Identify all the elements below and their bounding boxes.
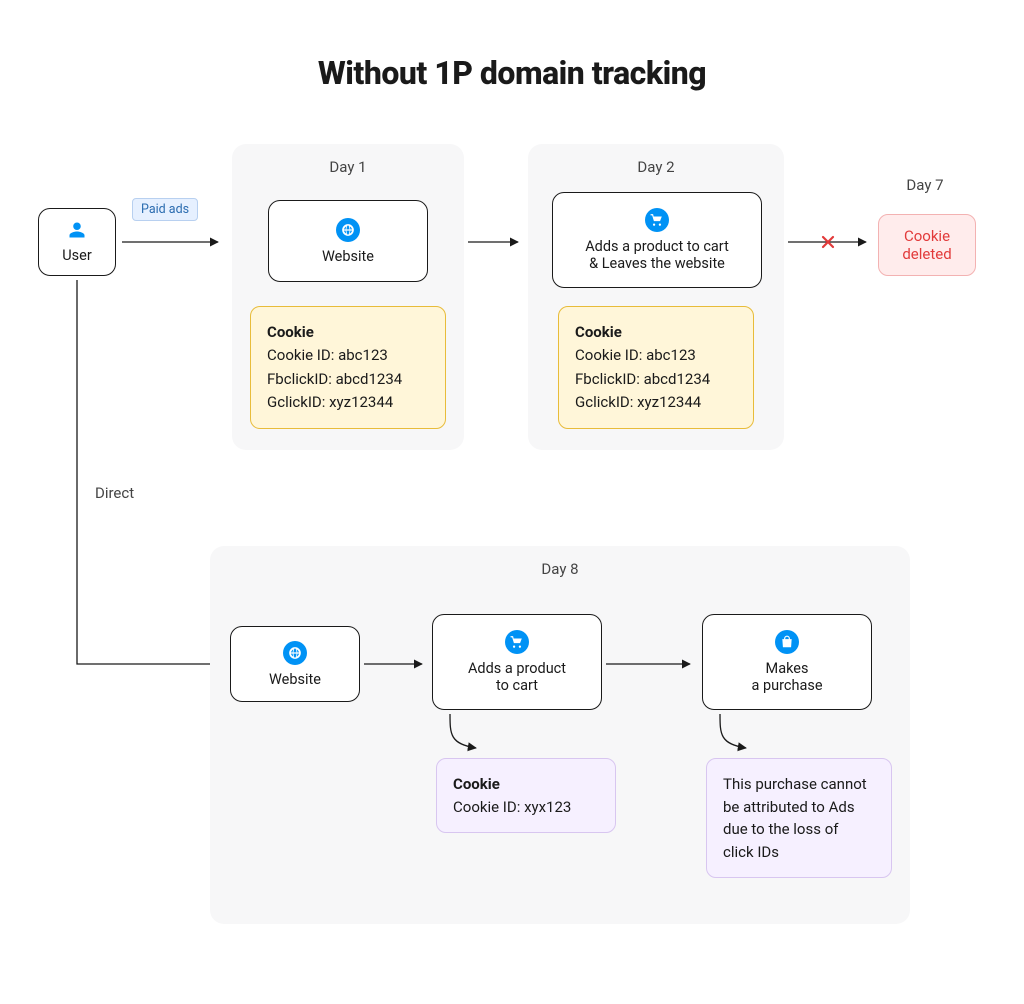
day8-website-card: Website — [230, 626, 360, 702]
x-icon — [823, 237, 833, 247]
day8-heading: Day 8 — [210, 560, 910, 578]
note-line: be attributed to Ads — [723, 796, 875, 819]
user-icon — [68, 221, 86, 243]
day8-purchase-line2: a purchase — [751, 677, 822, 694]
note-line: This purchase cannot — [723, 773, 875, 796]
cookie-line: Cookie ID: abc123 — [575, 344, 737, 367]
day7-heading: Day 7 — [880, 176, 970, 194]
day8-cookie-box: Cookie Cookie ID: xyx123 — [436, 758, 616, 833]
cookie-deleted-line1: Cookie — [893, 227, 961, 245]
direct-label: Direct — [95, 484, 134, 502]
paid-ads-badge: Paid ads — [132, 198, 198, 221]
day1-website-card: Website — [268, 200, 428, 282]
cookie-line: Cookie ID: xyx123 — [453, 796, 599, 819]
globe-icon — [283, 641, 307, 665]
note-line: due to the loss of — [723, 818, 875, 841]
cookie-line: Cookie ID: abc123 — [267, 344, 429, 367]
page-title: Without 1P domain tracking — [0, 54, 1024, 92]
day8-cart-line1: Adds a product — [468, 660, 566, 677]
cookie-header: Cookie — [267, 321, 429, 344]
day2-cart-card: Adds a product to cart & Leaves the webs… — [552, 192, 762, 288]
globe-icon — [336, 218, 360, 242]
day8-cart-line2: to cart — [496, 677, 538, 694]
cookie-deleted-box: Cookie deleted — [878, 214, 976, 276]
day8-website-label: Website — [269, 671, 321, 688]
arrow-day2-to-day7 — [786, 228, 876, 258]
day2-card-line1: Adds a product to cart — [585, 238, 729, 255]
day8-purchase-card: Makes a purchase — [702, 614, 872, 710]
cookie-line: GclickID: xyz12344 — [267, 391, 429, 414]
diagram-canvas: Without 1P domain tracking User Paid ads… — [0, 0, 1024, 1004]
day8-attribution-note: This purchase cannot be attributed to Ad… — [706, 758, 892, 878]
user-node: User — [38, 208, 116, 276]
cookie-header: Cookie — [575, 321, 737, 344]
day2-heading: Day 2 — [528, 158, 784, 176]
day1-cookie-box: Cookie Cookie ID: abc123 FbclickID: abcd… — [250, 306, 446, 429]
bag-icon — [775, 630, 799, 654]
day1-heading: Day 1 — [232, 158, 464, 176]
cart-icon — [505, 630, 529, 654]
note-line: click IDs — [723, 841, 875, 864]
day2-card-line2: & Leaves the website — [589, 255, 725, 272]
cookie-header: Cookie — [453, 773, 599, 796]
day8-purchase-line1: Makes — [766, 660, 809, 677]
cookie-deleted-line2: deleted — [893, 245, 961, 263]
cookie-line: FbclickID: abcd1234 — [267, 368, 429, 391]
arrow-day1-to-day2 — [466, 234, 526, 254]
cookie-line: GclickID: xyz12344 — [575, 391, 737, 414]
day2-cookie-box: Cookie Cookie ID: abc123 FbclickID: abcd… — [558, 306, 754, 429]
day8-cart-card: Adds a product to cart — [432, 614, 602, 710]
cookie-line: FbclickID: abcd1234 — [575, 368, 737, 391]
user-label: User — [62, 247, 92, 264]
day1-website-label: Website — [322, 248, 374, 265]
arrow-user-to-day1 — [118, 234, 228, 254]
cart-icon — [645, 208, 669, 232]
